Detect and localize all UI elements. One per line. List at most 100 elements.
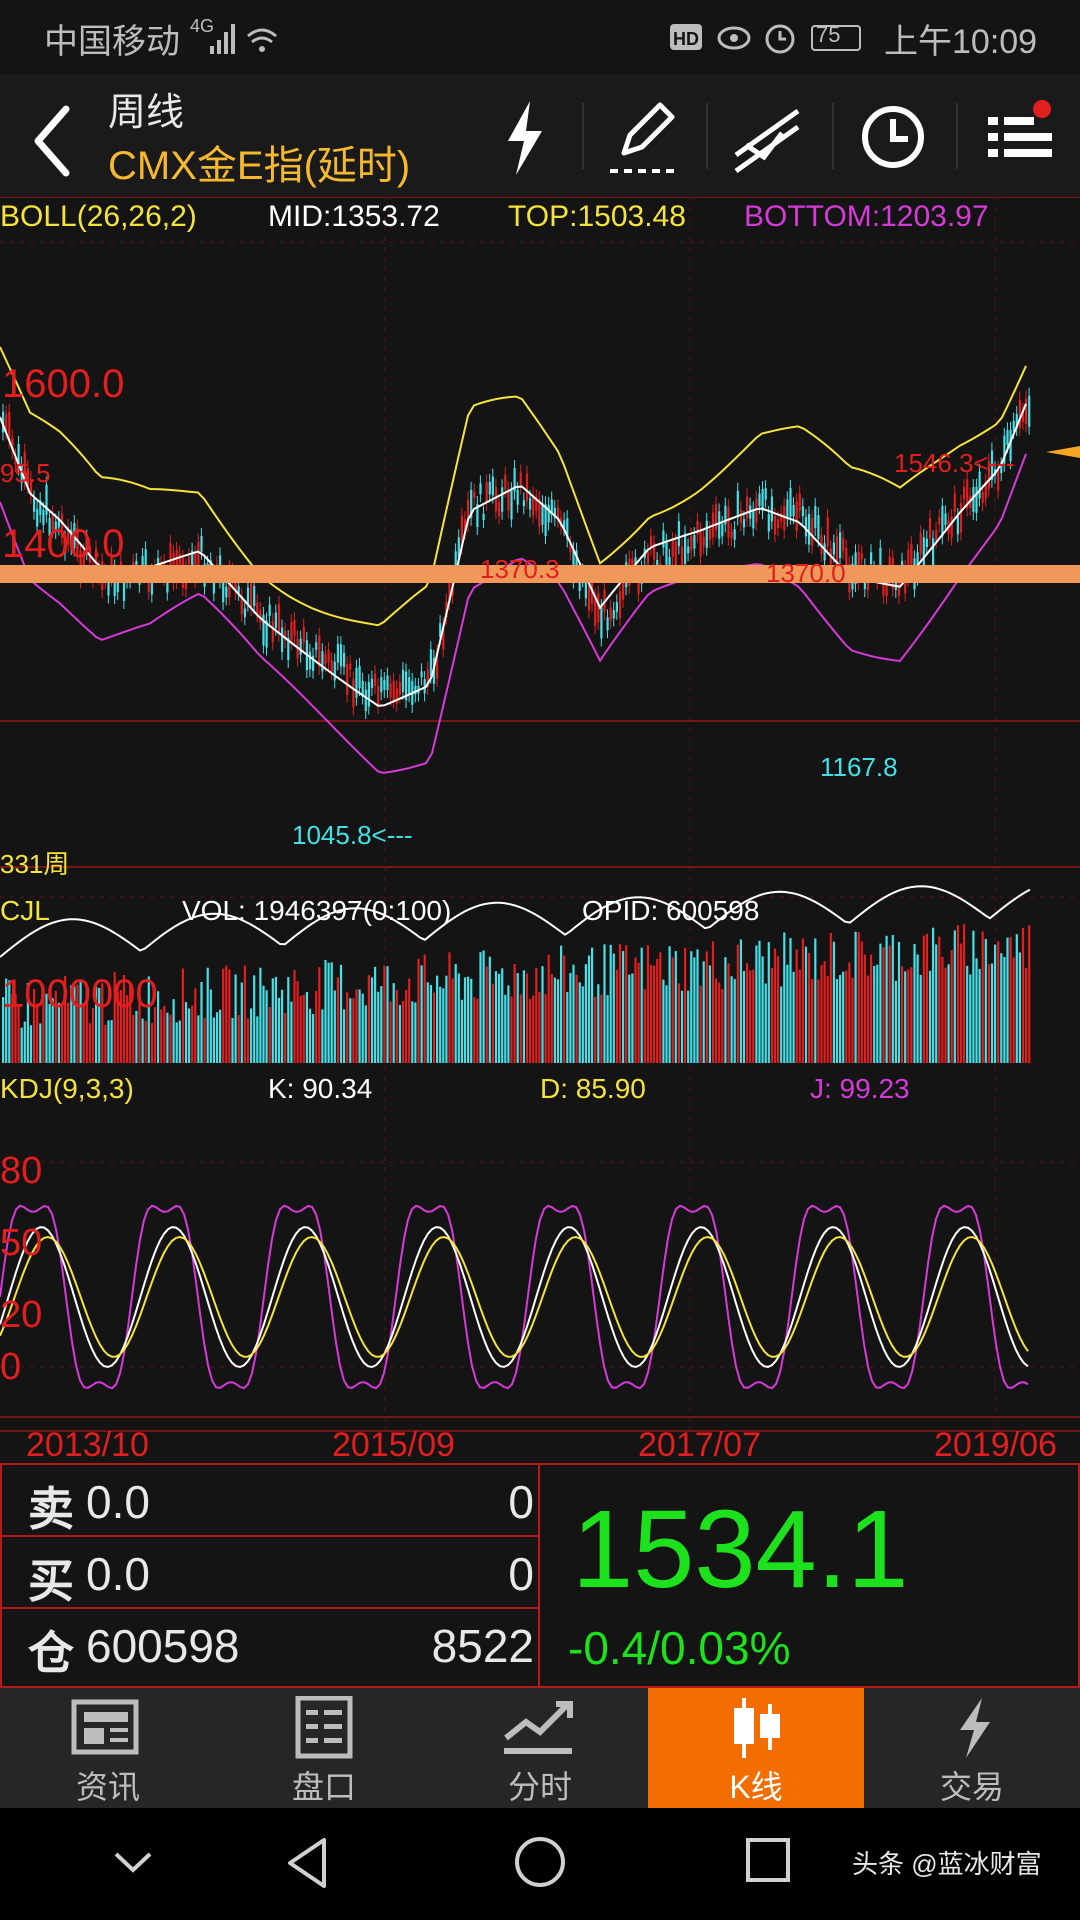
- candle-body: [355, 667, 358, 698]
- tab-trade[interactable]: 交易: [864, 1688, 1080, 1808]
- candle-body: [612, 610, 615, 619]
- volume-bar: [718, 982, 721, 1063]
- buy-label: 买: [28, 1555, 74, 1607]
- volume-bar: [994, 944, 997, 1063]
- home-icon[interactable]: [512, 1834, 568, 1890]
- volume-bar: [392, 983, 395, 1063]
- candle-body: [736, 490, 739, 518]
- volume-bar: [401, 1001, 405, 1063]
- volume-bar: [938, 936, 941, 1063]
- candle-body: [1012, 420, 1015, 431]
- tab-intraday[interactable]: 分时: [432, 1688, 648, 1808]
- volume-bar: [485, 966, 488, 1063]
- volume-bar: [969, 974, 972, 1063]
- candle-body: [1025, 398, 1028, 425]
- battery-label: 75: [816, 22, 841, 47]
- opid-value: OPID: 600598: [582, 895, 760, 926]
- volume-bar: [733, 979, 736, 1063]
- candle-body: [817, 515, 820, 540]
- volume-bar: [764, 983, 767, 1063]
- candle-body: [773, 515, 777, 535]
- draw-icon[interactable]: [600, 95, 690, 179]
- volume-bar: [178, 1020, 181, 1063]
- kdj-axis-label: 50: [0, 1222, 43, 1264]
- volume-bar: [944, 967, 947, 1063]
- volume-bar: [956, 925, 959, 1063]
- candle-body: [343, 653, 346, 667]
- volume-bar: [370, 977, 374, 1063]
- candle-body: [975, 486, 978, 513]
- volume-bar: [302, 994, 305, 1063]
- lightning-icon[interactable]: [478, 95, 568, 179]
- tab-label: 分时: [507, 1769, 572, 1805]
- candle-body: [705, 520, 708, 548]
- candle-body: [699, 530, 702, 557]
- kline-chart[interactable]: [0, 197, 1080, 1463]
- clock-icon[interactable]: [848, 95, 938, 179]
- volume-bar: [680, 990, 684, 1063]
- price-axis-label: 1600.0: [2, 362, 125, 406]
- volume-bar: [532, 995, 535, 1063]
- volume-bar: [690, 951, 693, 1063]
- clock-label: 上午10:09: [884, 23, 1038, 61]
- volume-bar: [20, 1027, 23, 1063]
- volume-bar: [231, 1018, 234, 1063]
- candle-body: [370, 678, 374, 688]
- volume-bar: [904, 971, 907, 1063]
- volume-bar: [693, 957, 696, 1063]
- volume-bar: [163, 1005, 166, 1063]
- volume-bar: [166, 1012, 169, 1063]
- candle-body: [721, 523, 724, 537]
- volume-bar: [730, 976, 733, 1063]
- candle-body: [758, 493, 761, 507]
- volume-bar: [246, 1018, 250, 1063]
- volume-bar: [293, 970, 296, 1063]
- volume-bar: [684, 947, 687, 1063]
- candle-body: [324, 653, 327, 664]
- tab-news[interactable]: 资讯: [0, 1688, 216, 1808]
- menu-icon[interactable]: [976, 95, 1066, 179]
- tab-kline[interactable]: K线: [648, 1688, 864, 1808]
- recents-icon[interactable]: [744, 1836, 794, 1886]
- candle-body: [928, 518, 932, 540]
- candle-body: [349, 663, 352, 670]
- candle-body: [504, 474, 507, 490]
- volume-bar: [513, 963, 516, 1063]
- volume-bar: [699, 985, 702, 1063]
- candle-body: [956, 516, 959, 535]
- candle-body: [677, 521, 680, 547]
- volume-bar: [597, 984, 600, 1063]
- low-annotation: 1045.8<---: [292, 820, 413, 850]
- volume-bar: [364, 1005, 367, 1063]
- candle-body: [932, 538, 935, 566]
- volume-bar: [191, 1005, 194, 1063]
- volume-bar: [522, 970, 525, 1063]
- candle-body: [374, 673, 377, 687]
- collapse-icon[interactable]: [110, 1842, 156, 1882]
- back-nav-icon[interactable]: [280, 1834, 334, 1892]
- volume-bar: [634, 957, 637, 1063]
- volume-bar: [206, 967, 209, 1063]
- back-icon[interactable]: [22, 99, 82, 183]
- tab-orderbook[interactable]: 盘口: [216, 1688, 432, 1808]
- volume-bar: [591, 947, 594, 1063]
- volume-bar: [566, 992, 569, 1063]
- instrument-title[interactable]: CMX金E指(延时): [108, 133, 410, 191]
- divider: [582, 103, 584, 169]
- low-annotation: 1167.8: [820, 752, 898, 782]
- candle-body: [674, 541, 677, 569]
- volume-bar: [932, 927, 935, 1063]
- candle-body: [715, 504, 718, 531]
- trendline-icon[interactable]: [722, 95, 812, 179]
- volume-bar: [451, 978, 454, 1063]
- volume-bar: [510, 996, 513, 1063]
- candle-body: [253, 585, 256, 606]
- candle-body: [498, 502, 501, 517]
- volume-bar: [237, 1015, 240, 1063]
- price-axis-label: 95.5: [0, 458, 51, 488]
- volume-bar: [250, 1008, 253, 1063]
- news-icon: [71, 1699, 139, 1755]
- trade-icon: [960, 1698, 990, 1758]
- system-nav-bar: 头条 @蓝冰财富: [0, 1808, 1080, 1920]
- candle-body: [789, 488, 792, 517]
